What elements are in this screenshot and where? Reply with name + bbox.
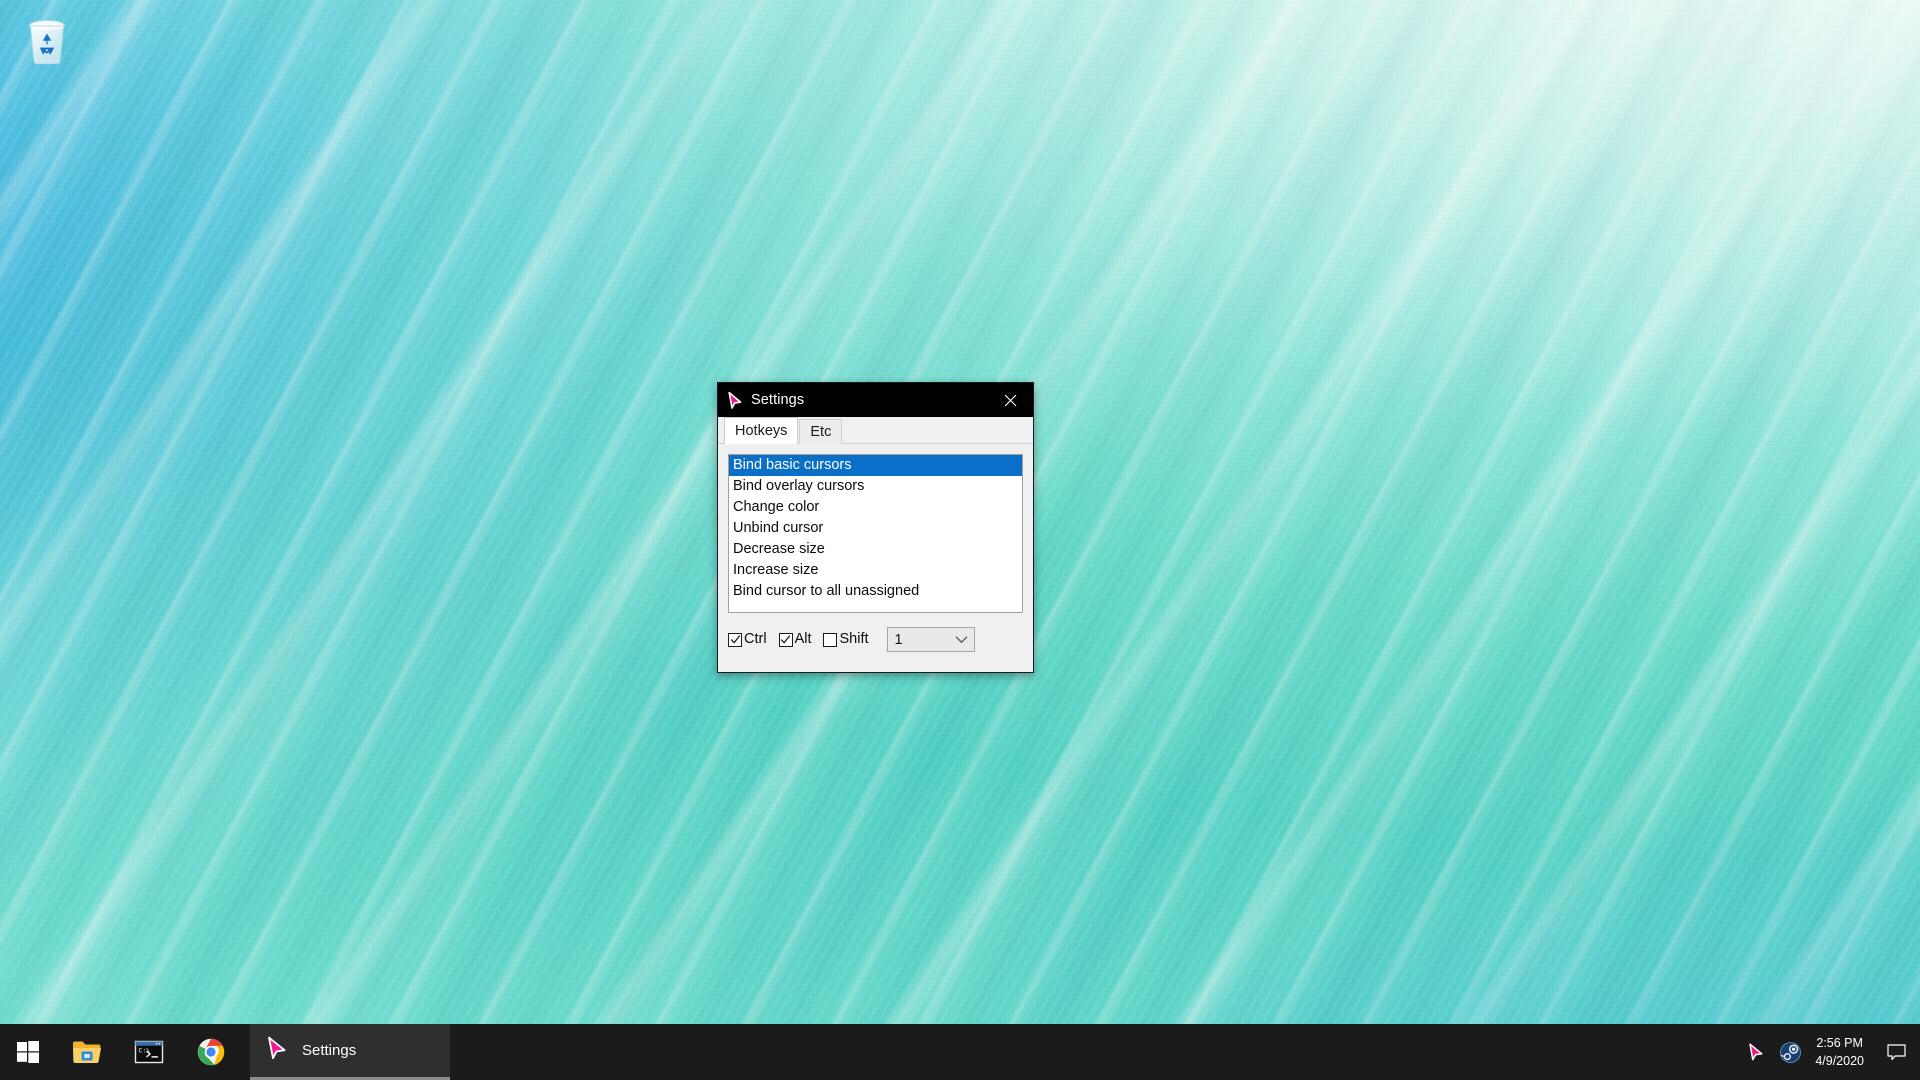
checkbox-alt[interactable]: Alt bbox=[779, 632, 812, 647]
clock-date: 4/9/2020 bbox=[1815, 1052, 1864, 1070]
settings-window[interactable]: Settings Hotkeys Etc Bind basic cursors bbox=[717, 382, 1034, 673]
list-item-label: Increase size bbox=[733, 562, 818, 578]
pink-cursor-icon bbox=[264, 1035, 290, 1066]
checkbox-shift-label: Shift bbox=[839, 632, 868, 647]
modifier-controls-row: Ctrl Alt Shift 1 bbox=[728, 627, 1023, 652]
checkbox-ctrl-label: Ctrl bbox=[744, 632, 767, 647]
list-item[interactable]: Bind basic cursors bbox=[729, 455, 1022, 476]
list-item[interactable]: Bind cursor to all unassigned bbox=[729, 581, 1022, 602]
chrome-icon bbox=[197, 1038, 225, 1066]
checkbox-shift[interactable]: Shift bbox=[823, 632, 868, 647]
pink-cursor-icon bbox=[725, 390, 745, 410]
clock-time: 2:56 PM bbox=[1815, 1034, 1864, 1052]
start-button[interactable] bbox=[0, 1024, 56, 1080]
list-item[interactable]: Change color bbox=[729, 497, 1022, 518]
steam-icon[interactable] bbox=[1773, 1042, 1807, 1063]
pink-cursor-tray-icon[interactable] bbox=[1739, 1042, 1773, 1062]
taskbar-item-settings[interactable]: Settings bbox=[250, 1024, 450, 1080]
tab-hotkeys-label: Hotkeys bbox=[735, 423, 787, 439]
list-item-label: Bind overlay cursors bbox=[733, 478, 864, 494]
tab-strip[interactable]: Hotkeys Etc bbox=[718, 417, 1033, 444]
check-icon bbox=[730, 634, 741, 645]
taskbar-command-prompt[interactable]: C:\ bbox=[118, 1024, 180, 1080]
list-item[interactable]: Increase size bbox=[729, 560, 1022, 581]
list-item-label: Bind basic cursors bbox=[733, 457, 851, 473]
recycle-bin-icon[interactable] bbox=[10, 8, 84, 82]
list-item-label: Decrease size bbox=[733, 541, 825, 557]
chevron-down-icon bbox=[955, 635, 968, 644]
window-titlebar[interactable]: Settings bbox=[718, 383, 1033, 417]
checkbox-alt-box[interactable] bbox=[779, 633, 793, 647]
taskbar-file-explorer[interactable] bbox=[56, 1024, 118, 1080]
taskbar-clock[interactable]: 2:56 PM 4/9/2020 bbox=[1807, 1034, 1876, 1070]
desktop[interactable]: Settings Hotkeys Etc Bind basic cursors bbox=[0, 0, 1920, 1080]
command-prompt-icon: C:\ bbox=[134, 1039, 164, 1065]
taskbar-item-settings-label: Settings bbox=[302, 1042, 356, 1059]
checkbox-ctrl[interactable]: Ctrl bbox=[728, 632, 767, 647]
notification-icon[interactable] bbox=[1876, 1044, 1916, 1061]
list-item[interactable]: Unbind cursor bbox=[729, 518, 1022, 539]
svg-text:C:\: C:\ bbox=[139, 1048, 151, 1055]
hotkeys-tab-panel: Bind basic cursors Bind overlay cursors … bbox=[718, 444, 1033, 672]
close-icon[interactable] bbox=[987, 383, 1033, 417]
list-item[interactable]: Bind overlay cursors bbox=[729, 476, 1022, 497]
list-item-label: Bind cursor to all unassigned bbox=[733, 583, 919, 599]
check-icon bbox=[780, 634, 791, 645]
windows-logo-icon bbox=[17, 1041, 39, 1063]
tab-etc-label: Etc bbox=[810, 424, 831, 440]
checkbox-alt-label: Alt bbox=[795, 632, 812, 647]
list-item-label: Change color bbox=[733, 499, 819, 515]
system-tray[interactable]: 2:56 PM 4/9/2020 bbox=[1739, 1024, 1920, 1080]
taskbar-chrome[interactable] bbox=[180, 1024, 242, 1080]
list-item-label: Unbind cursor bbox=[733, 520, 823, 536]
checkbox-ctrl-box[interactable] bbox=[728, 633, 742, 647]
key-select-dropdown[interactable]: 1 bbox=[887, 627, 975, 652]
hotkey-listbox[interactable]: Bind basic cursors Bind overlay cursors … bbox=[728, 454, 1023, 613]
window-title: Settings bbox=[751, 393, 804, 408]
key-select-value: 1 bbox=[895, 632, 903, 648]
checkbox-shift-box[interactable] bbox=[823, 633, 837, 647]
file-explorer-icon bbox=[72, 1039, 102, 1065]
tab-etc[interactable]: Etc bbox=[799, 419, 842, 444]
tab-hotkeys[interactable]: Hotkeys bbox=[724, 417, 798, 444]
list-item[interactable]: Decrease size bbox=[729, 539, 1022, 560]
taskbar[interactable]: C:\ Settings bbox=[0, 1024, 1920, 1080]
